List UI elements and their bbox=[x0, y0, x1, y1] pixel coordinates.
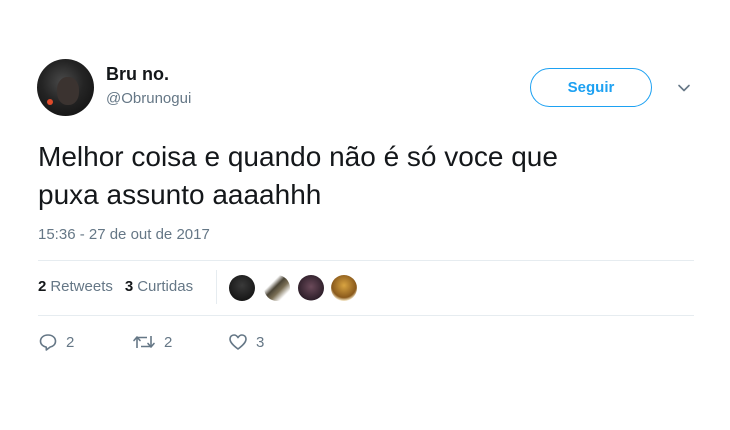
like-button[interactable]: 3 bbox=[228, 332, 264, 352]
user-name[interactable]: Bru no. bbox=[106, 64, 169, 85]
follow-button[interactable]: Seguir bbox=[530, 68, 652, 107]
stats-separator bbox=[216, 270, 217, 304]
reply-button[interactable]: 2 bbox=[38, 332, 74, 352]
reply-count: 2 bbox=[66, 333, 75, 351]
retweets-label[interactable]: Retweets bbox=[50, 278, 113, 295]
retweet-icon bbox=[133, 336, 155, 348]
retweets-count[interactable]: 2 bbox=[38, 278, 46, 295]
liker-avatar-3[interactable] bbox=[298, 275, 324, 301]
liker-avatar-4[interactable] bbox=[331, 275, 357, 301]
avatar-face bbox=[57, 77, 79, 105]
liker-avatar-1[interactable] bbox=[229, 275, 255, 301]
tweet-stats: 2 Retweets 3 Curtidas bbox=[38, 278, 193, 295]
divider-top bbox=[38, 260, 694, 261]
divider-bottom bbox=[38, 315, 694, 316]
avatar[interactable] bbox=[37, 59, 94, 116]
tweet-text-line-2: puxa assunto aaaahhh bbox=[38, 179, 322, 210]
retweet-count: 2 bbox=[164, 333, 173, 351]
avatar-detail bbox=[47, 99, 53, 105]
chevron-down-icon[interactable] bbox=[676, 80, 692, 96]
tweet-text-line-1: Melhor coisa e quando não é só voce que bbox=[38, 141, 558, 172]
heart-icon bbox=[229, 334, 247, 350]
like-count: 3 bbox=[256, 333, 265, 351]
retweet-button[interactable]: 2 bbox=[132, 332, 172, 352]
reply-icon bbox=[39, 334, 57, 351]
likes-count[interactable]: 3 bbox=[125, 278, 133, 295]
user-handle[interactable]: @Obrunogui bbox=[106, 90, 191, 107]
tweet-timestamp[interactable]: 15:36 - 27 de out de 2017 bbox=[38, 226, 210, 243]
tweet-text: Melhor coisa e quando não é só voce que … bbox=[38, 138, 678, 214]
likes-label[interactable]: Curtidas bbox=[137, 278, 193, 295]
liker-avatar-2[interactable] bbox=[264, 275, 290, 301]
